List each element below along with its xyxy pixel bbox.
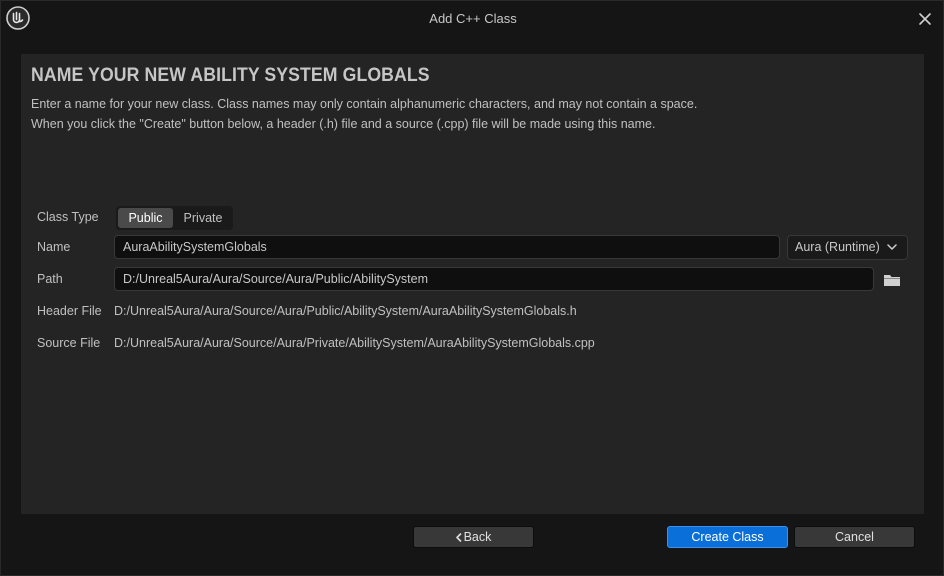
name-label: Name (37, 240, 71, 254)
title-bar[interactable]: Add C++ Class (1, 1, 944, 37)
chevron-down-icon (887, 244, 897, 250)
cancel-button[interactable]: Cancel (794, 526, 915, 548)
page-title: NAME YOUR NEW ABILITY SYSTEM GLOBALS (31, 65, 430, 86)
module-dropdown-label: Aura (Runtime) (795, 240, 880, 254)
description-line-1: Enter a name for your new class. Class n… (31, 97, 698, 111)
content-panel: NAME YOUR NEW ABILITY SYSTEM GLOBALS Ent… (21, 54, 924, 514)
source-file-path: D:/Unreal5Aura/Aura/Source/Aura/Private/… (114, 336, 595, 350)
class-type-label: Class Type (37, 210, 99, 224)
description-line-2: When you click the "Create" button below… (31, 117, 656, 131)
back-button[interactable]: Back (413, 526, 534, 548)
add-class-dialog: Add C++ Class NAME YOUR NEW ABILITY SYST… (0, 0, 944, 576)
header-file-path: D:/Unreal5Aura/Aura/Source/Aura/Public/A… (114, 304, 577, 318)
path-label: Path (37, 272, 63, 286)
window-title: Add C++ Class (429, 11, 517, 26)
source-file-label: Source File (37, 336, 101, 350)
class-type-toggle: Public Private (116, 206, 233, 230)
class-type-private-button[interactable]: Private (175, 208, 231, 228)
back-button-label: Back (463, 530, 492, 544)
folder-icon[interactable] (883, 272, 901, 287)
close-icon[interactable] (915, 9, 935, 29)
path-input[interactable] (114, 267, 874, 291)
create-class-button[interactable]: Create Class (667, 526, 788, 548)
chevron-left-icon (455, 533, 462, 542)
module-dropdown[interactable]: Aura (Runtime) (787, 235, 908, 260)
class-name-input[interactable] (114, 235, 780, 259)
class-type-public-button[interactable]: Public (118, 208, 173, 228)
header-file-label: Header File (37, 304, 102, 318)
